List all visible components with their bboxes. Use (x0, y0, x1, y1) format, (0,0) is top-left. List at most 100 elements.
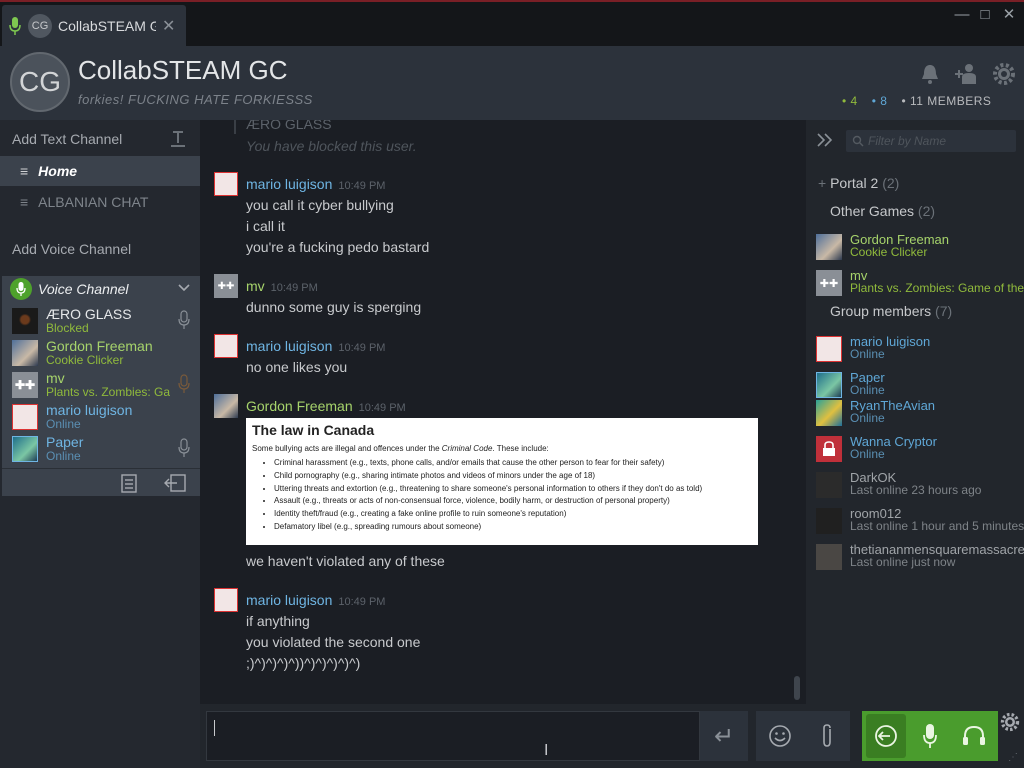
message-text: i call it (246, 218, 285, 234)
voice-member-gordon-freeman[interactable]: Gordon Freeman Cookie Clicker (2, 338, 200, 370)
section-other-games[interactable]: Other Games (2) (830, 203, 935, 219)
avatar: ✚✚ (816, 270, 842, 296)
voice-member-paper[interactable]: Paper Online (2, 434, 200, 466)
group-name: CollabSTEAM GC (78, 55, 288, 85)
avatar (12, 404, 38, 430)
embed-title: The law in Canada (252, 422, 375, 438)
voice-log-icon[interactable] (106, 470, 152, 496)
member-status: Online (850, 383, 885, 397)
voice-member-status: Online (46, 417, 81, 431)
notifications-bell-icon[interactable] (918, 62, 942, 86)
chevron-down-icon[interactable] (178, 280, 190, 298)
voice-channel-header[interactable]: Voice Channel (2, 276, 200, 302)
embed-intro-text: Some bullying acts are illegal and offen… (252, 444, 442, 453)
tab-close-icon[interactable]: ✕ (162, 16, 175, 36)
chat-scrollbar-thumb[interactable] (794, 676, 800, 700)
attachment-group (756, 711, 850, 761)
message-text: no one likes you (246, 359, 348, 375)
member-darkok[interactable]: DarkOK Last online 23 hours ago (814, 470, 1024, 502)
resize-grip-icon[interactable]: ⋰ (1008, 752, 1018, 763)
avatar[interactable] (214, 394, 238, 418)
close-window-button[interactable]: ✕ (999, 4, 1019, 24)
embed-list-item: Uttering threats and extortion (e.g., th… (274, 483, 752, 496)
member-gordon-freeman[interactable]: Gordon Freeman Cookie Clicker (814, 232, 1024, 264)
message-time: 10:49 PM (338, 596, 386, 608)
voice-member-name: Paper (46, 434, 84, 450)
add-voice-channel-button[interactable]: Add Voice Channel (0, 236, 200, 262)
message-author[interactable]: Gordon Freeman 10:49 PM (246, 398, 406, 414)
voice-member-aero-glass[interactable]: ÆRO GLASS Blocked (2, 306, 200, 338)
filter-placeholder: Filter by Name (868, 134, 947, 148)
send-message-button[interactable]: ↵ (700, 711, 748, 761)
voice-member-name: mv (46, 370, 65, 386)
minimize-button[interactable]: — (952, 4, 972, 24)
voice-member-mario-luigison[interactable]: mario luigison Online (2, 402, 200, 434)
member-ryantheavian[interactable]: RyanTheAvian Online (814, 398, 1024, 430)
voice-settings-gear-icon[interactable] (1000, 712, 1020, 737)
section-count: (7) (935, 303, 953, 319)
message-time: 10:49 PM (338, 342, 386, 354)
author-name: mario luigison (246, 338, 333, 354)
embed-list-item: Criminal harassment (e.g., texts, phone … (274, 457, 752, 470)
avatar[interactable]: ✚✚ (214, 274, 238, 298)
voice-member-name: ÆRO GLASS (46, 306, 132, 322)
embed-intro: Some bullying acts are illegal and offen… (252, 444, 752, 453)
embed-intro-text: . These include: (492, 444, 549, 453)
headphones-toggle-button[interactable] (954, 714, 994, 758)
voice-member-name: Gordon Freeman (46, 338, 153, 354)
member-wanna-cryptor[interactable]: Wanna Cryptor Online (814, 434, 1024, 466)
emoticon-button[interactable] (756, 711, 803, 761)
paperclip-icon (822, 724, 831, 747)
avatar (816, 234, 842, 260)
voice-member-mv[interactable]: ✚✚ mv Plants vs. Zombies: Game of the Ye… (2, 370, 200, 402)
collapse-panel-icon[interactable] (816, 132, 834, 153)
avatar[interactable] (214, 334, 238, 358)
message-author[interactable]: mario luigison 10:49 PM (246, 338, 385, 354)
author-name: Gordon Freeman (246, 398, 353, 414)
blocked-user-note: You have blocked this user. (246, 138, 417, 154)
text-caret (214, 720, 215, 736)
message-author[interactable]: mario luigison 10:49 PM (246, 176, 385, 192)
add-text-channel-button[interactable]: Add Text Channel (0, 126, 200, 152)
member-mv[interactable]: ✚✚ mv Plants vs. Zombies: Game of the Ye… (814, 268, 1024, 300)
member-mario-luigison[interactable]: mario luigison Online (814, 334, 1024, 366)
leave-voice-icon[interactable] (152, 470, 198, 496)
steam-group-chat-window: CG CollabSTEAM GC ✕ — □ ✕ CG CollabSTEAM… (0, 0, 1024, 768)
member-status: Cookie Clicker (850, 245, 928, 259)
channel-lines-icon: ≡ (20, 163, 29, 179)
voice-member-name: mario luigison (46, 402, 133, 418)
voice-member-status: Blocked (46, 321, 89, 335)
member-status: Online (850, 347, 885, 361)
channel-lines-icon: ≡ (20, 194, 29, 210)
voice-member-status: Cookie Clicker (46, 353, 124, 367)
member-thetiananmensquaremassacre[interactable]: thetiananmensquaremassacre Last online j… (814, 542, 1024, 574)
attach-file-button[interactable] (803, 711, 850, 761)
text-channel-albanian-chat[interactable]: ≡ ALBANIAN CHAT (0, 188, 200, 216)
avatar[interactable] (214, 588, 238, 612)
message-input[interactable] (206, 711, 700, 761)
group-settings-gear-icon[interactable] (992, 62, 1016, 86)
text-channel-home[interactable]: ≡ Home (0, 156, 200, 186)
avatar (816, 544, 842, 570)
avatar[interactable] (214, 172, 238, 196)
member-filter-input[interactable]: Filter by Name (846, 130, 1016, 152)
invite-friends-icon[interactable] (954, 62, 978, 86)
maximize-button[interactable]: □ (975, 4, 995, 24)
member-room012[interactable]: room012 Last online 1 hour and 5 minutes… (814, 506, 1024, 538)
chat-tab[interactable]: CG CollabSTEAM GC ✕ (2, 5, 186, 46)
add-text-channel-label: Add Text Channel (12, 131, 123, 147)
enter-arrow-icon: ↵ (713, 722, 735, 750)
message-author[interactable]: mario luigison 10:49 PM (246, 592, 385, 608)
section-group-members[interactable]: Group members (7) (830, 303, 952, 319)
avatar (816, 400, 842, 426)
voice-channel-mic-icon (10, 278, 32, 300)
member-list-panel: Filter by Name + Portal 2 (2) Other Game… (806, 120, 1024, 704)
group-avatar[interactable]: CG (10, 52, 70, 112)
message-author[interactable]: mv 10:49 PM (246, 278, 318, 294)
member-status: Online (850, 447, 885, 461)
section-portal-2[interactable]: + Portal 2 (2) (818, 175, 899, 191)
leave-voice-button[interactable] (866, 714, 906, 758)
embedded-image[interactable]: The law in Canada Some bullying acts are… (246, 418, 758, 545)
microphone-toggle-button[interactable] (910, 714, 950, 758)
search-icon (852, 134, 864, 152)
